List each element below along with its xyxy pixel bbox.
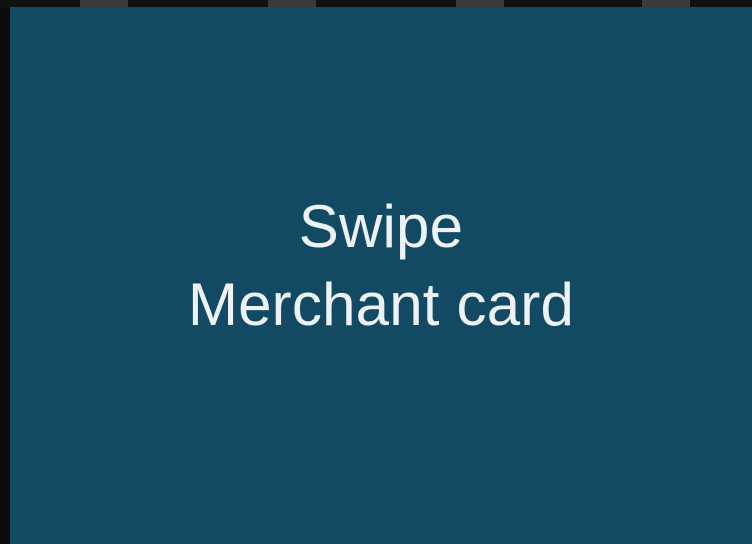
prompt-line-swipe: Swipe: [298, 192, 464, 260]
prompt-line-merchant-card: Merchant card: [187, 270, 575, 338]
swipe-card-screen: Swipe Merchant card: [10, 7, 752, 544]
swipe-prompt: Swipe Merchant card: [188, 188, 574, 344]
terminal-display-frame: Swipe Merchant card: [0, 0, 752, 544]
